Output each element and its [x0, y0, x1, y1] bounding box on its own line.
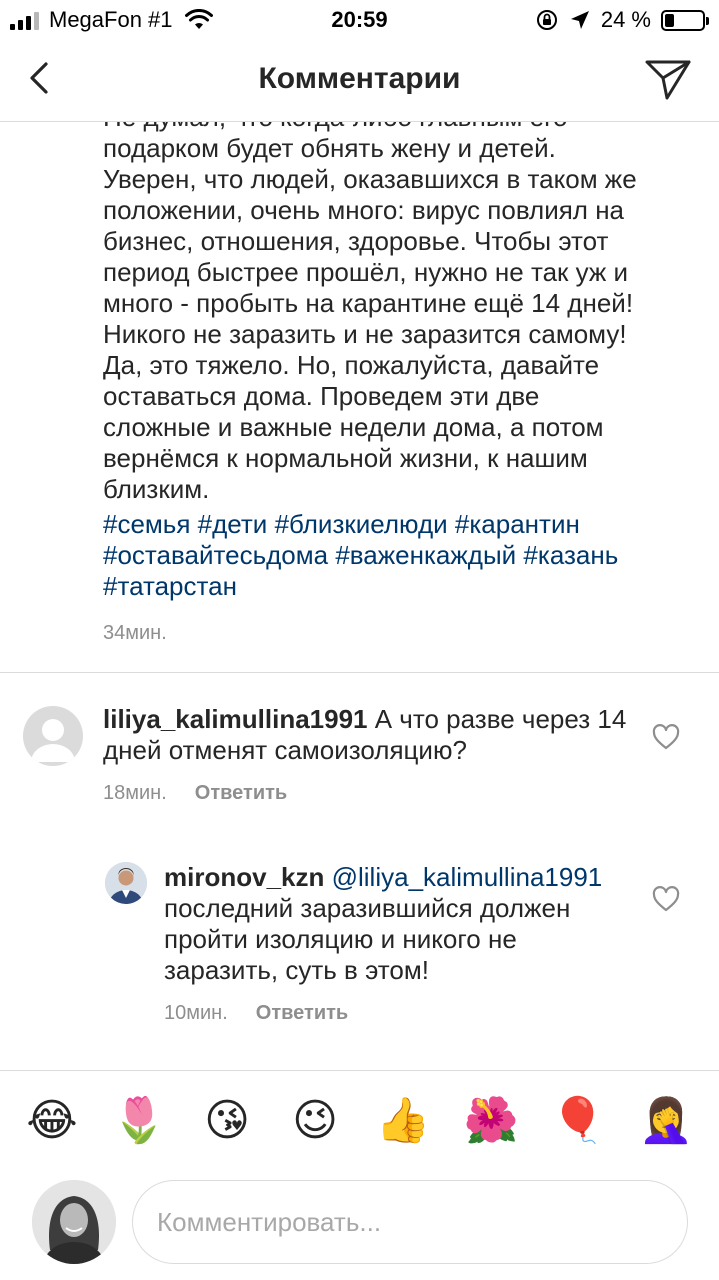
default-avatar-icon	[31, 719, 75, 762]
hashtag-link[interactable]: #казань	[523, 540, 618, 570]
emoji-button[interactable]: 😉	[285, 1093, 345, 1149]
comment-meta: 18мин. Ответить	[103, 782, 287, 805]
emoji-button[interactable]: 😂	[22, 1093, 82, 1149]
mention-link[interactable]: @liliya_kalimullina1991	[332, 862, 603, 892]
comment-timestamp: 10мин.	[164, 1002, 228, 1024]
user-photo-icon	[105, 862, 147, 904]
comments-scroll-area[interactable]: Не думал, что когда-либо главным его под…	[0, 122, 719, 1070]
avatar	[32, 1180, 116, 1264]
comment-composer	[0, 1168, 719, 1280]
battery-percent: 24 %	[600, 7, 651, 32]
hashtag-link[interactable]: #близкиелюди	[275, 509, 448, 539]
status-right: 24 %	[535, 7, 709, 33]
hashtag-list: #семья #дети #близкиелюди #карантин #ост…	[103, 509, 703, 602]
battery-level	[665, 13, 674, 27]
hashtag-link[interactable]: #карантин	[455, 509, 580, 539]
paper-plane-icon[interactable]	[643, 56, 693, 102]
emoji-button[interactable]: 🤦‍♀️	[636, 1093, 696, 1149]
emoji-button[interactable]: 🎈	[548, 1093, 608, 1149]
comment-body: liliya_kalimullina1991 А что разве через…	[103, 704, 643, 766]
battery-icon	[661, 9, 709, 31]
comment-username[interactable]: mironov_kzn	[164, 862, 324, 892]
emoji-button[interactable]: 😘	[197, 1093, 257, 1149]
hashtag-link[interactable]: #оставайтесьдома	[103, 540, 328, 570]
avatar[interactable]	[23, 706, 83, 766]
reply-button[interactable]: Ответить	[195, 782, 287, 804]
reply-button[interactable]: Ответить	[256, 1002, 348, 1024]
screen: MegaFon #1 20:59 24 % Комментарии подарк…	[0, 0, 719, 1280]
location-arrow-icon	[570, 11, 589, 29]
comment-timestamp: 18мин.	[103, 782, 167, 804]
comment-input[interactable]	[132, 1180, 688, 1264]
header: Комментарии	[0, 40, 719, 122]
avatar[interactable]	[105, 862, 147, 904]
page-title: Комментарии	[258, 62, 461, 95]
comment-body: mironov_kzn @liliya_kalimullina1991 посл…	[164, 862, 614, 986]
hashtag-link[interactable]: #татарстан	[103, 571, 237, 601]
user-photo-icon	[32, 1180, 116, 1264]
heart-icon[interactable]	[652, 886, 680, 912]
status-bar: MegaFon #1 20:59 24 %	[0, 0, 719, 40]
hashtag-link[interactable]: #семья	[103, 509, 190, 539]
hashtag-link[interactable]: #важенкаждый	[335, 540, 516, 570]
caption-timestamp: 34мин.	[103, 622, 167, 644]
comment-text: последний заразившийся должен пройти изо…	[164, 893, 571, 985]
caption-divider	[0, 672, 719, 673]
caption-text: Не думал, что когда-либо главным его под…	[103, 122, 637, 504]
comment-meta: 10мин. Ответить	[164, 1002, 348, 1025]
emoji-button[interactable]: 👍	[373, 1093, 433, 1149]
quick-emoji-bar: 😂 🌷 😘 😉 👍 🌺 🎈 🤦‍♀️	[0, 1070, 719, 1168]
heart-icon[interactable]	[652, 724, 680, 750]
emoji-button[interactable]: 🌷	[109, 1093, 169, 1149]
rotation-lock-icon	[536, 10, 557, 30]
emoji-button[interactable]: 🌺	[461, 1093, 521, 1149]
hashtag-link[interactable]: #дети	[198, 509, 268, 539]
comment-username[interactable]: liliya_kalimullina1991	[103, 704, 368, 734]
